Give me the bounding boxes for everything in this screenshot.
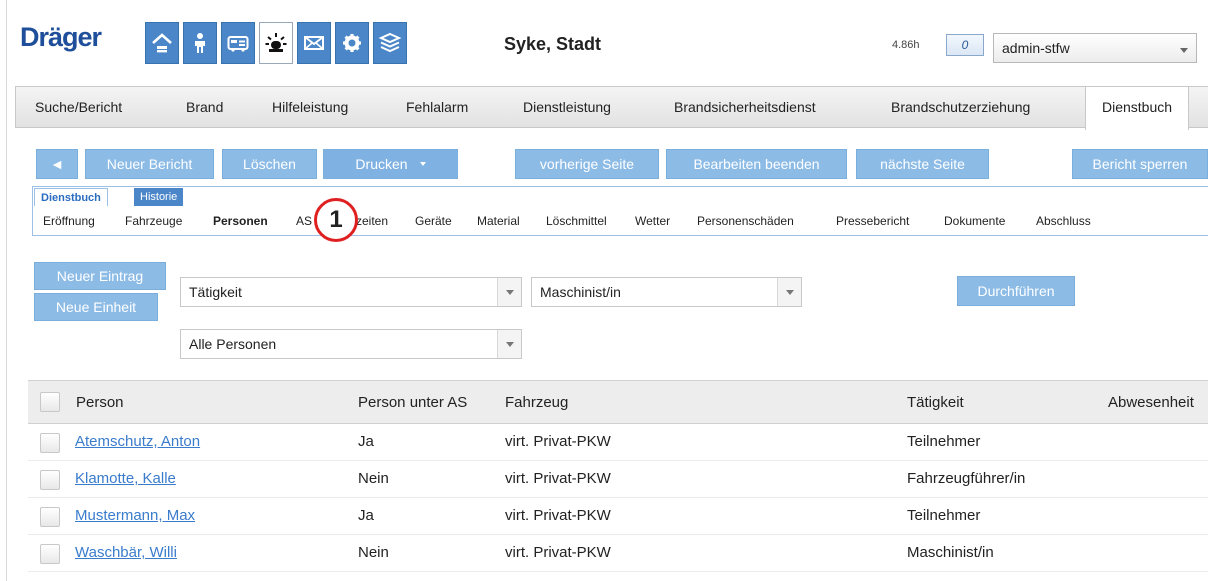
lock-report-button[interactable]: Bericht sperren [1072,149,1208,179]
field-select[interactable]: Tätigkeit [180,277,522,307]
column-header-person-unter-as[interactable]: Person unter AS [358,394,467,411]
execute-button[interactable]: Durchführen [957,276,1075,306]
activity-cell: Maschinist/in [907,544,994,561]
step-marker: 1 [314,198,358,242]
person-under-as-cell: Ja [358,507,374,524]
module-icon-bar [145,22,407,64]
chevron-down-icon [777,278,801,306]
vehicle-cell: virt. Privat-PKW [505,507,611,524]
vehicle-cell: virt. Privat-PKW [505,433,611,450]
tab-brandsicherheitsdienst[interactable]: Brandsicherheitsdienst [674,87,816,128]
subnav-zeiten[interactable]: zeiten [356,214,388,228]
user-select[interactable]: admin-stfw [993,33,1197,63]
new-report-button[interactable]: Neuer Bericht [85,149,214,179]
activity-cell: Teilnehmer [907,433,981,450]
new-entry-button[interactable]: Neuer Eintrag [34,262,166,290]
dropdown-arrow-icon [419,162,426,166]
subnav-material[interactable]: Material [477,214,520,228]
person-link[interactable]: Waschbär, Willi [75,544,177,561]
subnav-eroeffnung[interactable]: Eröffnung [43,214,95,228]
row-checkbox[interactable] [40,470,60,490]
select-all-checkbox[interactable] [40,392,60,412]
subnav-dokumente[interactable]: Dokumente [944,214,1005,228]
back-button[interactable]: ◄ [36,149,78,179]
column-header-taetigkeit[interactable]: Tätigkeit [907,394,964,411]
persons-select-value: Alle Personen [189,336,277,352]
subnav-geraete[interactable]: Geräte [415,214,452,228]
person-link[interactable]: Klamotte, Kalle [75,470,176,487]
column-header-fahrzeug[interactable]: Fahrzeug [505,394,568,411]
tab-dienstbuch[interactable]: Dienstbuch [1085,87,1190,130]
delete-button[interactable]: Löschen [222,149,317,179]
value-select-value: Maschinist/in [540,284,621,300]
alarm-light-icon[interactable] [259,22,293,64]
layers-icon[interactable] [373,22,407,64]
row-checkbox[interactable] [40,507,60,527]
new-unit-button[interactable]: Neue Einheit [34,293,158,321]
print-button[interactable]: Drucken [323,149,458,179]
previous-page-button[interactable]: vorherige Seite [515,149,659,179]
table-row: Klamotte, Kalle Nein virt. Privat-PKW Fa… [28,461,1208,498]
subnav-loeschmittel[interactable]: Löschmittel [546,214,607,228]
gear-icon[interactable] [335,22,369,64]
tab-brand[interactable]: Brand [186,87,223,128]
column-header-person[interactable]: Person [76,394,124,411]
person-under-as-cell: Nein [358,470,389,487]
user-select-value: admin-stfw [1002,40,1070,56]
next-page-button[interactable]: nächste Seite [856,149,989,179]
main-tab-bar: Suche/Bericht Brand Hilfeleistung Fehlal… [15,86,1208,130]
row-checkbox[interactable] [40,433,60,453]
tab-suche-bericht[interactable]: Suche/Bericht [35,87,122,128]
person-link[interactable]: Mustermann, Max [75,507,195,524]
person-under-as-cell: Ja [358,433,374,450]
city-title: Syke, Stadt [504,34,602,54]
app-window: Dräger Syke, Stadt 4.86h 0 admin-stfw Su… [0,0,1208,581]
table-row: Mustermann, Max Ja virt. Privat-PKW Teil… [28,498,1208,535]
activity-cell: Fahrzeugführer/in [907,470,1026,487]
chevron-down-icon [1180,48,1188,53]
sub-navigation-panel [32,186,1208,236]
left-divider [6,0,7,581]
subtab-dienstbuch[interactable]: Dienstbuch [34,188,108,206]
tab-fehlalarm[interactable]: Fehlalarm [406,87,468,128]
subnav-personenschaeden[interactable]: Personenschäden [697,214,794,228]
person-icon[interactable] [183,22,217,64]
persons-table-header: Person Person unter AS Fahrzeug Tätigkei… [28,380,1208,424]
subnav-fahrzeuge[interactable]: Fahrzeuge [125,214,182,228]
print-button-label: Drucken [355,156,408,172]
end-editing-button[interactable]: Bearbeiten beenden [666,149,847,179]
field-select-value: Tätigkeit [189,284,242,300]
subnav-as[interactable]: AS [296,214,312,228]
subtab-historie[interactable]: Historie [134,188,184,206]
subnav-wetter[interactable]: Wetter [635,214,670,228]
column-header-abwesenheit[interactable]: Abwesenheit [1108,394,1194,411]
persons-select[interactable]: Alle Personen [180,329,522,359]
table-row: Atemschutz, Anton Ja virt. Privat-PKW Te… [28,424,1208,461]
row-checkbox[interactable] [40,544,60,564]
vehicle-cell: virt. Privat-PKW [505,544,611,561]
message-counter[interactable]: 0 [946,34,984,56]
subnav-personen[interactable]: Personen [213,214,268,228]
tab-dienstleistung[interactable]: Dienstleistung [523,87,611,128]
chevron-down-icon [497,278,521,306]
person-under-as-cell: Nein [358,544,389,561]
mail-icon[interactable] [297,22,331,64]
tab-brandschutzerziehung[interactable]: Brandschutzerziehung [891,87,1030,128]
session-timer: 4.86h [892,39,920,51]
subnav-abschluss[interactable]: Abschluss [1036,214,1091,228]
vehicle-icon[interactable] [221,22,255,64]
tab-hilfeleistung[interactable]: Hilfeleistung [272,87,348,128]
chevron-down-icon [497,330,521,358]
subnav-pressebericht[interactable]: Pressebericht [836,214,909,228]
vehicle-cell: virt. Privat-PKW [505,470,611,487]
home-icon[interactable] [145,22,179,64]
activity-cell: Teilnehmer [907,507,981,524]
draeger-logo: Dräger [20,22,102,52]
person-link[interactable]: Atemschutz, Anton [75,433,200,450]
value-select[interactable]: Maschinist/in [531,277,802,307]
table-row: Waschbär, Willi Nein virt. Privat-PKW Ma… [28,535,1208,572]
